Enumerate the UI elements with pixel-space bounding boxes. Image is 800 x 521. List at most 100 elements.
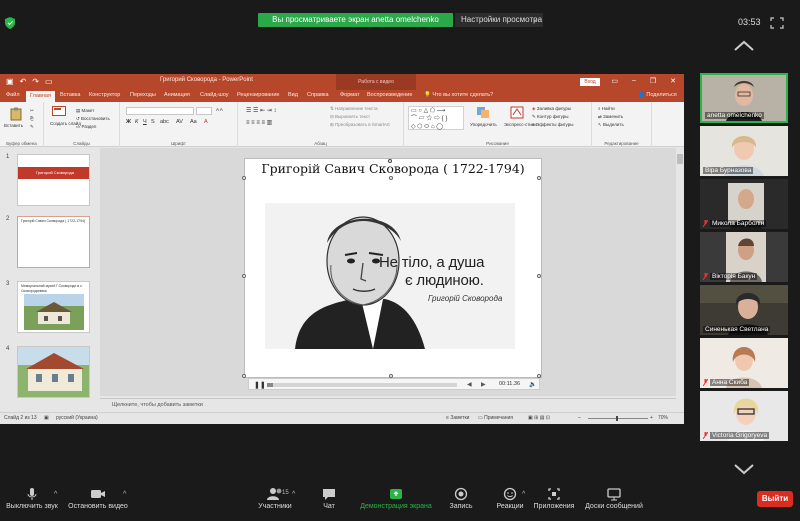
reactions-button[interactable]: Реакции ^ xyxy=(490,487,530,510)
slide-thumbnail-2[interactable]: Григорій Савич Сковорода ( 1722-1794) xyxy=(17,216,90,268)
gallery-scroll-down-icon[interactable] xyxy=(733,463,755,475)
chat-button[interactable]: Чат xyxy=(316,487,342,510)
tab-animation[interactable]: Анимация xyxy=(164,92,190,98)
quick-styles-icon[interactable] xyxy=(510,106,524,119)
save-icon[interactable]: ▣ xyxy=(6,77,14,86)
strike-icon[interactable]: abc xyxy=(160,119,169,125)
bold-icon[interactable]: Ж xyxy=(126,119,131,125)
zoom-slider-thumb[interactable] xyxy=(616,416,618,421)
fullscreen-icon[interactable] xyxy=(770,17,784,29)
rewind-icon[interactable]: ◀ xyxy=(467,381,472,388)
text-direction-button[interactable]: ⇅ Направление текста xyxy=(330,106,378,112)
language-status[interactable]: русский (Украина) xyxy=(56,415,98,421)
close-icon[interactable]: ✕ xyxy=(670,77,676,85)
share-button[interactable]: 👤 Поделиться xyxy=(638,92,677,98)
participant-tile[interactable]: Віра Бурназова xyxy=(700,126,788,176)
chevron-up-icon[interactable]: ^ xyxy=(123,491,126,498)
share-screen-button[interactable]: Демонстрация экрана xyxy=(354,487,438,510)
change-case-icon[interactable]: Aa xyxy=(190,119,197,125)
zoom-slider[interactable] xyxy=(588,416,648,421)
leave-meeting-button[interactable]: Выйти xyxy=(757,491,793,507)
forward-icon[interactable]: ▶ xyxy=(481,381,486,388)
scroll-thumb[interactable] xyxy=(677,154,683,164)
resize-handle[interactable] xyxy=(242,176,246,180)
maximize-icon[interactable]: ❐ xyxy=(650,77,656,85)
participants-button[interactable]: Участники 15 ^ xyxy=(252,487,298,510)
smartart-button[interactable]: ⊞ Преобразовать в SmartArt xyxy=(330,122,390,128)
chevron-up-icon[interactable]: ^ xyxy=(54,491,57,498)
participant-tile[interactable]: Синенькая Светлана xyxy=(700,285,788,335)
comments-toggle[interactable]: ▭ Примечания xyxy=(478,415,513,421)
spacing-icon[interactable]: AV xyxy=(176,119,183,125)
zoom-out-icon[interactable]: – xyxy=(578,415,581,421)
slide-thumbnail-1[interactable]: Григорий Сковорода xyxy=(17,154,90,206)
resize-handle[interactable] xyxy=(537,274,541,278)
format-painter-icon[interactable]: ✎ xyxy=(30,124,34,130)
resize-handle[interactable] xyxy=(537,176,541,180)
chevron-up-icon[interactable]: ^ xyxy=(522,491,525,498)
mute-button[interactable]: Выключить звук ^ xyxy=(4,487,60,510)
redo-icon[interactable]: ↷ xyxy=(32,77,39,86)
tab-review[interactable]: Рецензирование xyxy=(237,92,279,98)
shape-fill-button[interactable]: ◈ Заливка фигуры xyxy=(532,106,571,112)
volume-icon[interactable]: 🔈 xyxy=(529,381,536,388)
slide-thumbnail-3[interactable]: Меморіальний музей Г.Сковороди в с. Сков… xyxy=(17,281,90,333)
ribbon-options-icon[interactable]: ▭ xyxy=(611,77,618,85)
gallery-scroll-up-icon[interactable] xyxy=(733,40,755,52)
participant-tile[interactable]: Victoria Grigoryeva xyxy=(700,391,788,441)
select-button[interactable]: ↖ Выделить xyxy=(598,122,624,128)
participant-tile[interactable]: Микола Барболін xyxy=(700,179,788,229)
current-slide[interactable]: Григорій Савич Сковорода ( 1722-1794) Не… xyxy=(244,158,542,378)
align-icons[interactable]: ≡ ≡ ≡ ≡ ▥ xyxy=(246,119,272,126)
tab-format[interactable]: Формат xyxy=(340,92,360,98)
layout-button[interactable]: ▤ Макет xyxy=(76,108,94,114)
resize-handle[interactable] xyxy=(242,274,246,278)
slide-title[interactable]: Григорій Савич Сковорода ( 1722-1794) xyxy=(245,161,541,176)
tab-insert[interactable]: Вставка xyxy=(60,92,80,98)
arrange-label[interactable]: Упорядочить xyxy=(470,122,497,127)
shadow-icon[interactable]: S xyxy=(151,119,155,125)
tab-view[interactable]: Вид xyxy=(288,92,298,98)
participant-tile[interactable]: Анна Скиба xyxy=(700,338,788,388)
cut-icon[interactable]: ✂ xyxy=(30,108,34,114)
zoom-in-icon[interactable]: + xyxy=(650,415,653,421)
resize-handle[interactable] xyxy=(389,176,393,180)
rotate-handle[interactable] xyxy=(388,159,392,163)
participant-tile[interactable]: anetta omelchenko xyxy=(700,73,788,123)
paste-icon[interactable] xyxy=(9,107,23,121)
replace-button[interactable]: ⇄ Заменить xyxy=(598,114,623,120)
participant-tile[interactable]: Вікторія Бакун xyxy=(700,232,788,282)
resize-handle[interactable] xyxy=(242,374,246,378)
font-color-icon[interactable]: A xyxy=(204,119,208,125)
tab-home[interactable]: Главная xyxy=(26,91,55,102)
reset-button[interactable]: ↺ Восстановить xyxy=(76,116,110,122)
login-button[interactable]: Вход xyxy=(580,78,600,86)
tab-design[interactable]: Конструктор xyxy=(89,92,120,98)
undo-icon[interactable]: ↶ xyxy=(20,77,27,86)
section-button[interactable]: ▭ Раздел xyxy=(76,124,96,130)
italic-icon[interactable]: К xyxy=(135,119,138,125)
security-shield-icon[interactable] xyxy=(5,17,15,29)
font-size-select[interactable] xyxy=(196,107,212,115)
copy-icon[interactable]: ⎘ xyxy=(30,116,34,121)
notes-toggle[interactable]: ≡ Заметки xyxy=(446,415,469,421)
grow-font-icon[interactable]: A A xyxy=(216,107,223,112)
record-button[interactable]: Запись xyxy=(446,487,476,510)
tab-file[interactable]: Файл xyxy=(6,92,20,98)
arrange-icon[interactable] xyxy=(476,106,490,119)
vertical-scrollbar[interactable] xyxy=(676,148,684,412)
tab-help[interactable]: Справка xyxy=(307,92,329,98)
zoom-percent[interactable]: 70% xyxy=(658,415,668,421)
shape-outline-button[interactable]: ✎ Контур фигуры xyxy=(532,114,569,120)
slide-thumbnail-4[interactable] xyxy=(17,346,90,398)
paste-label[interactable]: Вставить xyxy=(4,123,23,128)
view-options-dropdown[interactable]: Настройки просмотра ⌄ xyxy=(455,13,543,27)
whiteboards-button[interactable]: Доски сообщений xyxy=(582,487,646,510)
bullets-icon[interactable]: ☰ ☰ ⇤ ⇥ ↕ xyxy=(246,107,276,114)
tab-playback[interactable]: Воспроизведение xyxy=(367,92,412,98)
media-seek-bar[interactable] xyxy=(267,383,457,387)
apps-button[interactable]: Приложения xyxy=(532,487,576,510)
start-slideshow-icon[interactable]: ▭ xyxy=(45,77,53,86)
tell-me-search[interactable]: 💡 Что вы хотите сделать? xyxy=(424,92,493,98)
chevron-up-icon[interactable]: ^ xyxy=(292,491,295,498)
